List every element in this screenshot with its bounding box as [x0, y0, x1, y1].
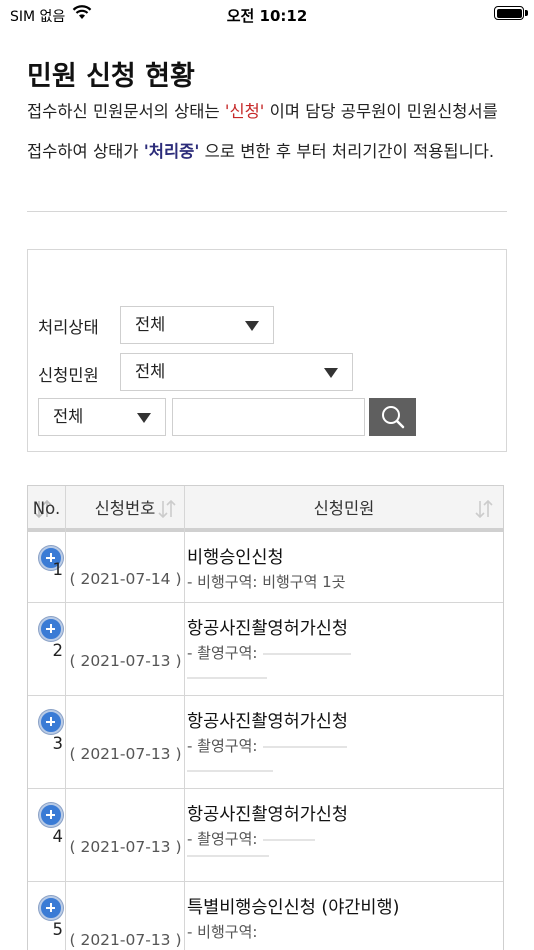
status-filter-label: 처리상태 [38, 318, 99, 337]
divider [27, 211, 507, 212]
search-field-select[interactable]: 전체 [38, 398, 166, 436]
row-detail: - 비행구역: 비행구역 1곳 [187, 573, 346, 591]
type-filter-select[interactable]: 전체 [120, 353, 353, 391]
row-date: ( 2021-07-13 ) [69, 838, 182, 856]
search-icon [382, 406, 405, 429]
sort-icon [475, 499, 493, 519]
type-filter-label: 신청민원 [38, 366, 99, 385]
table-row[interactable]: 3 ( 2021-07-13 ) 항공사진촬영허가신청 - 촬영구역: [28, 696, 503, 789]
chevron-down-icon [137, 413, 151, 423]
sort-icon [158, 499, 176, 519]
row-detail: - 촬영구역: [187, 828, 316, 849]
row-date: ( 2021-07-14 ) [69, 570, 182, 588]
row-number: 4 [52, 827, 64, 846]
status-processing-label: '처리중' [143, 142, 200, 161]
chevron-down-icon [324, 368, 338, 378]
col-no[interactable]: No. [28, 486, 65, 532]
chevron-down-icon [245, 321, 259, 331]
filter-panel: 처리상태 전체 신청민원 전체 전체 [27, 249, 507, 452]
search-input[interactable] [172, 398, 365, 436]
row-detail: - 촬영구역: [187, 735, 348, 756]
table-row[interactable]: 4 ( 2021-07-13 ) 항공사진촬영허가신청 - 촬영구역: [28, 789, 503, 882]
row-title: 항공사진촬영허가신청 [187, 619, 348, 639]
row-date: ( 2021-07-13 ) [69, 745, 182, 763]
row-date: ( 2021-07-13 ) [69, 652, 182, 670]
table-row[interactable]: 5 ( 2021-07-13 ) 특별비행승인신청 (야간비행) - 비행구역: [28, 882, 503, 950]
page-description: 접수하신 민원문서의 상태는 '신청' 이며 담당 공무원이 민원신청서를 접수… [27, 102, 498, 161]
row-date: ( 2021-07-13 ) [69, 931, 182, 949]
status-bar: SIM 없음 오전 10:12 [0, 0, 534, 30]
col-request-type[interactable]: 신청민원 [184, 486, 503, 532]
table-header: No. 신청번호 신청민원 [28, 486, 503, 532]
row-number: 3 [52, 734, 64, 753]
col-request-number[interactable]: 신청번호 [65, 486, 184, 532]
row-detail: - 비행구역: [187, 923, 258, 941]
status-applied-label: '신청' [224, 102, 265, 121]
row-number: 2 [52, 641, 64, 660]
status-filter-select[interactable]: 전체 [120, 306, 274, 344]
expand-icon[interactable] [39, 896, 63, 920]
expand-icon[interactable] [39, 803, 63, 827]
row-number: 1 [52, 560, 64, 579]
search-button[interactable] [369, 398, 416, 436]
expand-icon[interactable] [39, 710, 63, 734]
row-number: 5 [52, 920, 64, 939]
table-row[interactable]: 1 ( 2021-07-14 ) 비행승인신청 - 비행구역: 비행구역 1곳 [28, 532, 503, 603]
page-title: 민원 신청 현황 [27, 61, 195, 92]
row-title: 특별비행승인신청 (야간비행) [187, 898, 400, 918]
row-detail: - 촬영구역: [187, 642, 352, 663]
clock: 오전 10:12 [226, 7, 308, 25]
expand-icon[interactable] [39, 617, 63, 641]
row-title: 비행승인신청 [187, 548, 284, 568]
battery-icon [494, 6, 528, 20]
request-table: No. 신청번호 신청민원 1 ( 2021-07-14 ) 비행승인신청 - 비… [27, 485, 504, 950]
row-title: 항공사진촬영허가신청 [187, 805, 348, 825]
row-title: 항공사진촬영허가신청 [187, 712, 348, 732]
table-row[interactable]: 2 ( 2021-07-13 ) 항공사진촬영허가신청 - 촬영구역: [28, 603, 503, 696]
